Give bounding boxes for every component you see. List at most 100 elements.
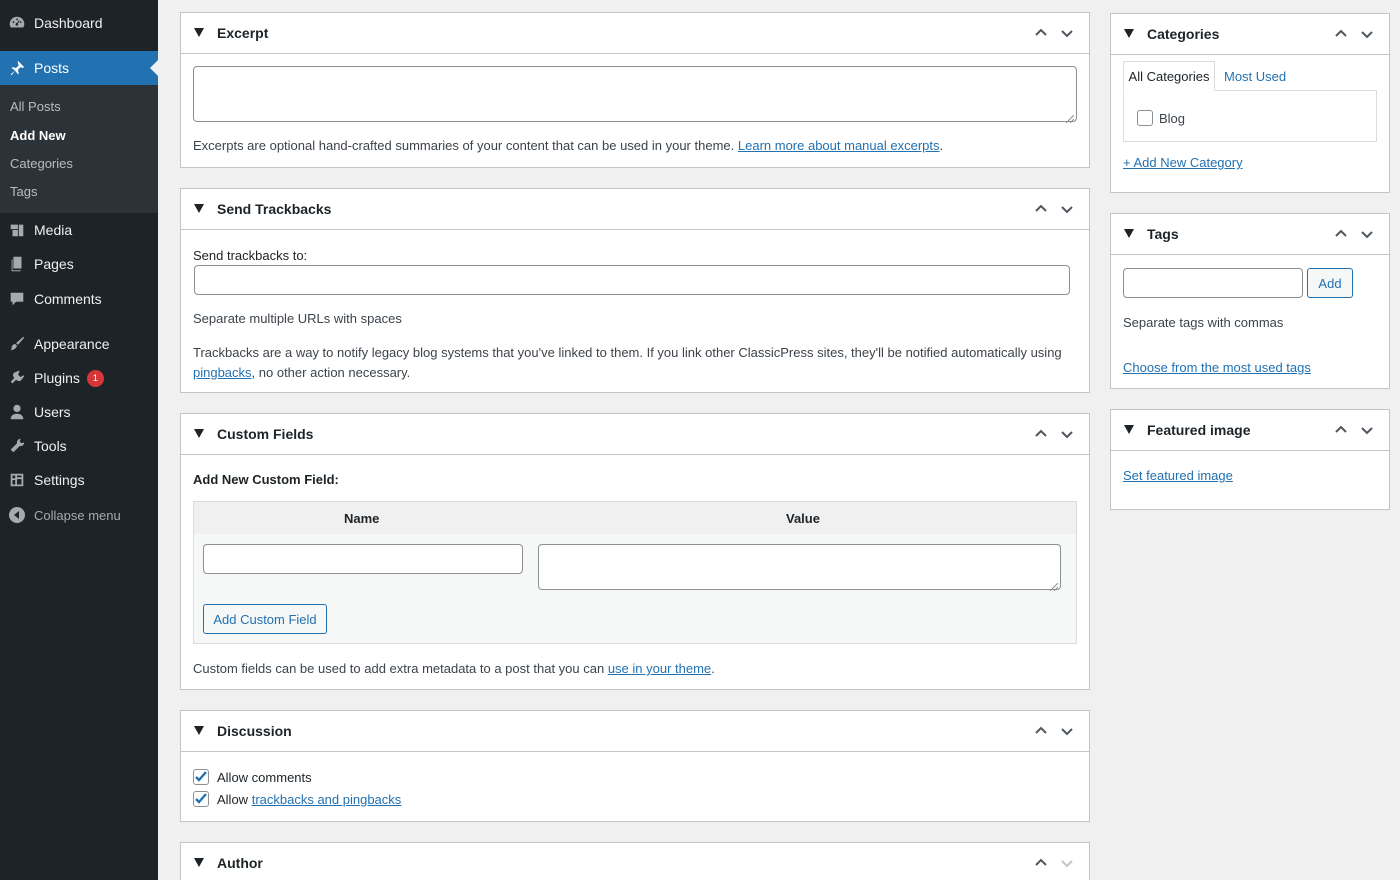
toggle-panel-icon[interactable] — [194, 28, 204, 37]
paintbrush-icon — [0, 327, 34, 361]
categories-postbox: Categories All Categories Most Used Blog… — [1110, 13, 1390, 193]
excerpt-help: Excerpts are optional hand-crafted summa… — [193, 138, 944, 153]
trackbacks-hint: Separate multiple URLs with spaces — [193, 311, 402, 326]
menu-appearance[interactable]: Appearance — [0, 327, 158, 361]
move-up-icon[interactable] — [1033, 426, 1049, 442]
update-count-badge: 1 — [86, 369, 104, 387]
postbox-header: Featured image — [1111, 410, 1389, 451]
custom-fields-help: Custom fields can be used to add extra m… — [193, 661, 715, 676]
learn-more-excerpts-link[interactable]: Learn more about manual excerpts — [738, 138, 940, 153]
add-new-category-link[interactable]: + Add New Category — [1123, 155, 1243, 170]
allow-comments-checkbox[interactable] — [193, 769, 209, 785]
column-name-header: Name — [344, 511, 380, 526]
choose-most-used-tags-link[interactable]: Choose from the most used tags — [1123, 360, 1311, 375]
menu-label: Tools — [34, 438, 67, 454]
allow-comments-label: Allow comments — [217, 770, 312, 785]
trackbacks-description: Trackbacks are a way to notify legacy bl… — [193, 345, 1062, 380]
pingbacks-link[interactable]: pingbacks — [193, 365, 252, 380]
menu-posts[interactable]: Posts — [0, 51, 158, 85]
move-down-icon[interactable] — [1059, 723, 1075, 739]
postbox-header: Discussion — [181, 711, 1089, 752]
toggle-panel-icon[interactable] — [1124, 229, 1134, 238]
postbox-title: Featured image — [1147, 422, 1251, 438]
menu-tools[interactable]: Tools — [0, 429, 158, 463]
menu-dashboard[interactable]: Dashboard — [0, 6, 158, 40]
postbox-header: Tags — [1111, 214, 1389, 255]
submenu-add-new[interactable]: Add New — [10, 128, 66, 143]
tab-all-categories[interactable]: All Categories — [1123, 61, 1215, 91]
submenu-tags[interactable]: Tags — [10, 184, 37, 199]
move-down-icon[interactable] — [1359, 226, 1375, 242]
add-custom-field-button[interactable]: Add Custom Field — [203, 604, 327, 634]
postbox-header: Categories — [1111, 14, 1389, 55]
category-blog-checkbox[interactable] — [1137, 110, 1153, 126]
toggle-panel-icon[interactable] — [194, 429, 204, 438]
menu-plugins[interactable]: Plugins 1 — [0, 361, 158, 395]
toggle-panel-icon[interactable] — [194, 858, 204, 867]
resize-handle-icon[interactable] — [1049, 579, 1059, 592]
users-icon — [0, 395, 34, 429]
comment-icon — [0, 282, 34, 316]
collapse-menu-button[interactable]: Collapse menu — [0, 498, 158, 532]
add-custom-field-label: Add New Custom Field: — [193, 472, 339, 487]
postbox-title: Excerpt — [217, 25, 269, 41]
use-in-theme-link[interactable]: use in your theme — [608, 661, 711, 676]
settings-icon — [0, 463, 34, 497]
postbox-title: Custom Fields — [217, 426, 314, 442]
move-up-icon[interactable] — [1033, 25, 1049, 41]
postbox-title: Categories — [1147, 26, 1220, 42]
add-tag-button[interactable]: Add — [1307, 268, 1353, 298]
postbox-title: Tags — [1147, 226, 1179, 242]
posts-submenu: All Posts Add New Categories Tags — [0, 85, 158, 213]
menu-pages[interactable]: Pages — [0, 247, 158, 281]
move-down-icon[interactable] — [1059, 201, 1075, 217]
pages-icon — [0, 247, 34, 281]
menu-media[interactable]: Media — [0, 213, 158, 247]
tab-most-used[interactable]: Most Used — [1224, 69, 1286, 84]
toggle-panel-icon[interactable] — [194, 726, 204, 735]
custom-field-name-input[interactable] — [203, 544, 523, 574]
move-up-icon[interactable] — [1333, 422, 1349, 438]
postbox-header: Send Trackbacks — [181, 189, 1089, 230]
submenu-categories[interactable]: Categories — [10, 156, 73, 171]
table-header — [194, 502, 1076, 534]
resize-handle-icon[interactable] — [1065, 111, 1075, 124]
menu-users[interactable]: Users — [0, 395, 158, 429]
move-down-icon[interactable] — [1059, 25, 1075, 41]
allow-trackbacks-label: Allow trackbacks and pingbacks — [217, 792, 402, 807]
trackbacks-input[interactable] — [194, 265, 1070, 295]
menu-comments[interactable]: Comments — [0, 282, 158, 316]
move-up-icon[interactable] — [1033, 855, 1049, 871]
move-down-icon[interactable] — [1059, 426, 1075, 442]
media-icon — [0, 213, 34, 247]
menu-settings[interactable]: Settings — [0, 463, 158, 497]
trackbacks-pingbacks-link[interactable]: trackbacks and pingbacks — [252, 792, 402, 807]
excerpt-textarea[interactable] — [193, 66, 1077, 124]
submenu-all-posts[interactable]: All Posts — [10, 99, 61, 114]
toggle-panel-icon[interactable] — [194, 204, 204, 213]
move-up-icon[interactable] — [1033, 201, 1049, 217]
author-postbox: Author — [180, 842, 1090, 880]
move-up-icon[interactable] — [1333, 26, 1349, 42]
move-up-icon[interactable] — [1033, 723, 1049, 739]
postbox-header: Custom Fields — [181, 414, 1089, 455]
custom-field-table: Name Value Add Custom Field — [193, 501, 1077, 644]
dashboard-icon — [0, 6, 34, 40]
featured-image-postbox: Featured image Set featured image — [1110, 409, 1390, 510]
column-value-header: Value — [786, 511, 820, 526]
plugin-icon — [0, 361, 34, 395]
toggle-panel-icon[interactable] — [1124, 29, 1134, 38]
menu-label: Dashboard — [34, 15, 103, 31]
move-down-icon[interactable] — [1359, 26, 1375, 42]
move-down-icon[interactable] — [1359, 422, 1375, 438]
postbox-title: Discussion — [217, 723, 292, 739]
postbox-header: Excerpt — [181, 13, 1089, 54]
toggle-panel-icon[interactable] — [1124, 425, 1134, 434]
move-down-icon[interactable] — [1059, 855, 1075, 871]
allow-trackbacks-checkbox[interactable] — [193, 791, 209, 807]
custom-field-value-textarea[interactable] — [538, 544, 1061, 592]
move-up-icon[interactable] — [1333, 226, 1349, 242]
set-featured-image-link[interactable]: Set featured image — [1123, 468, 1233, 483]
menu-label: Collapse menu — [34, 507, 121, 523]
new-tag-input[interactable] — [1123, 268, 1303, 298]
